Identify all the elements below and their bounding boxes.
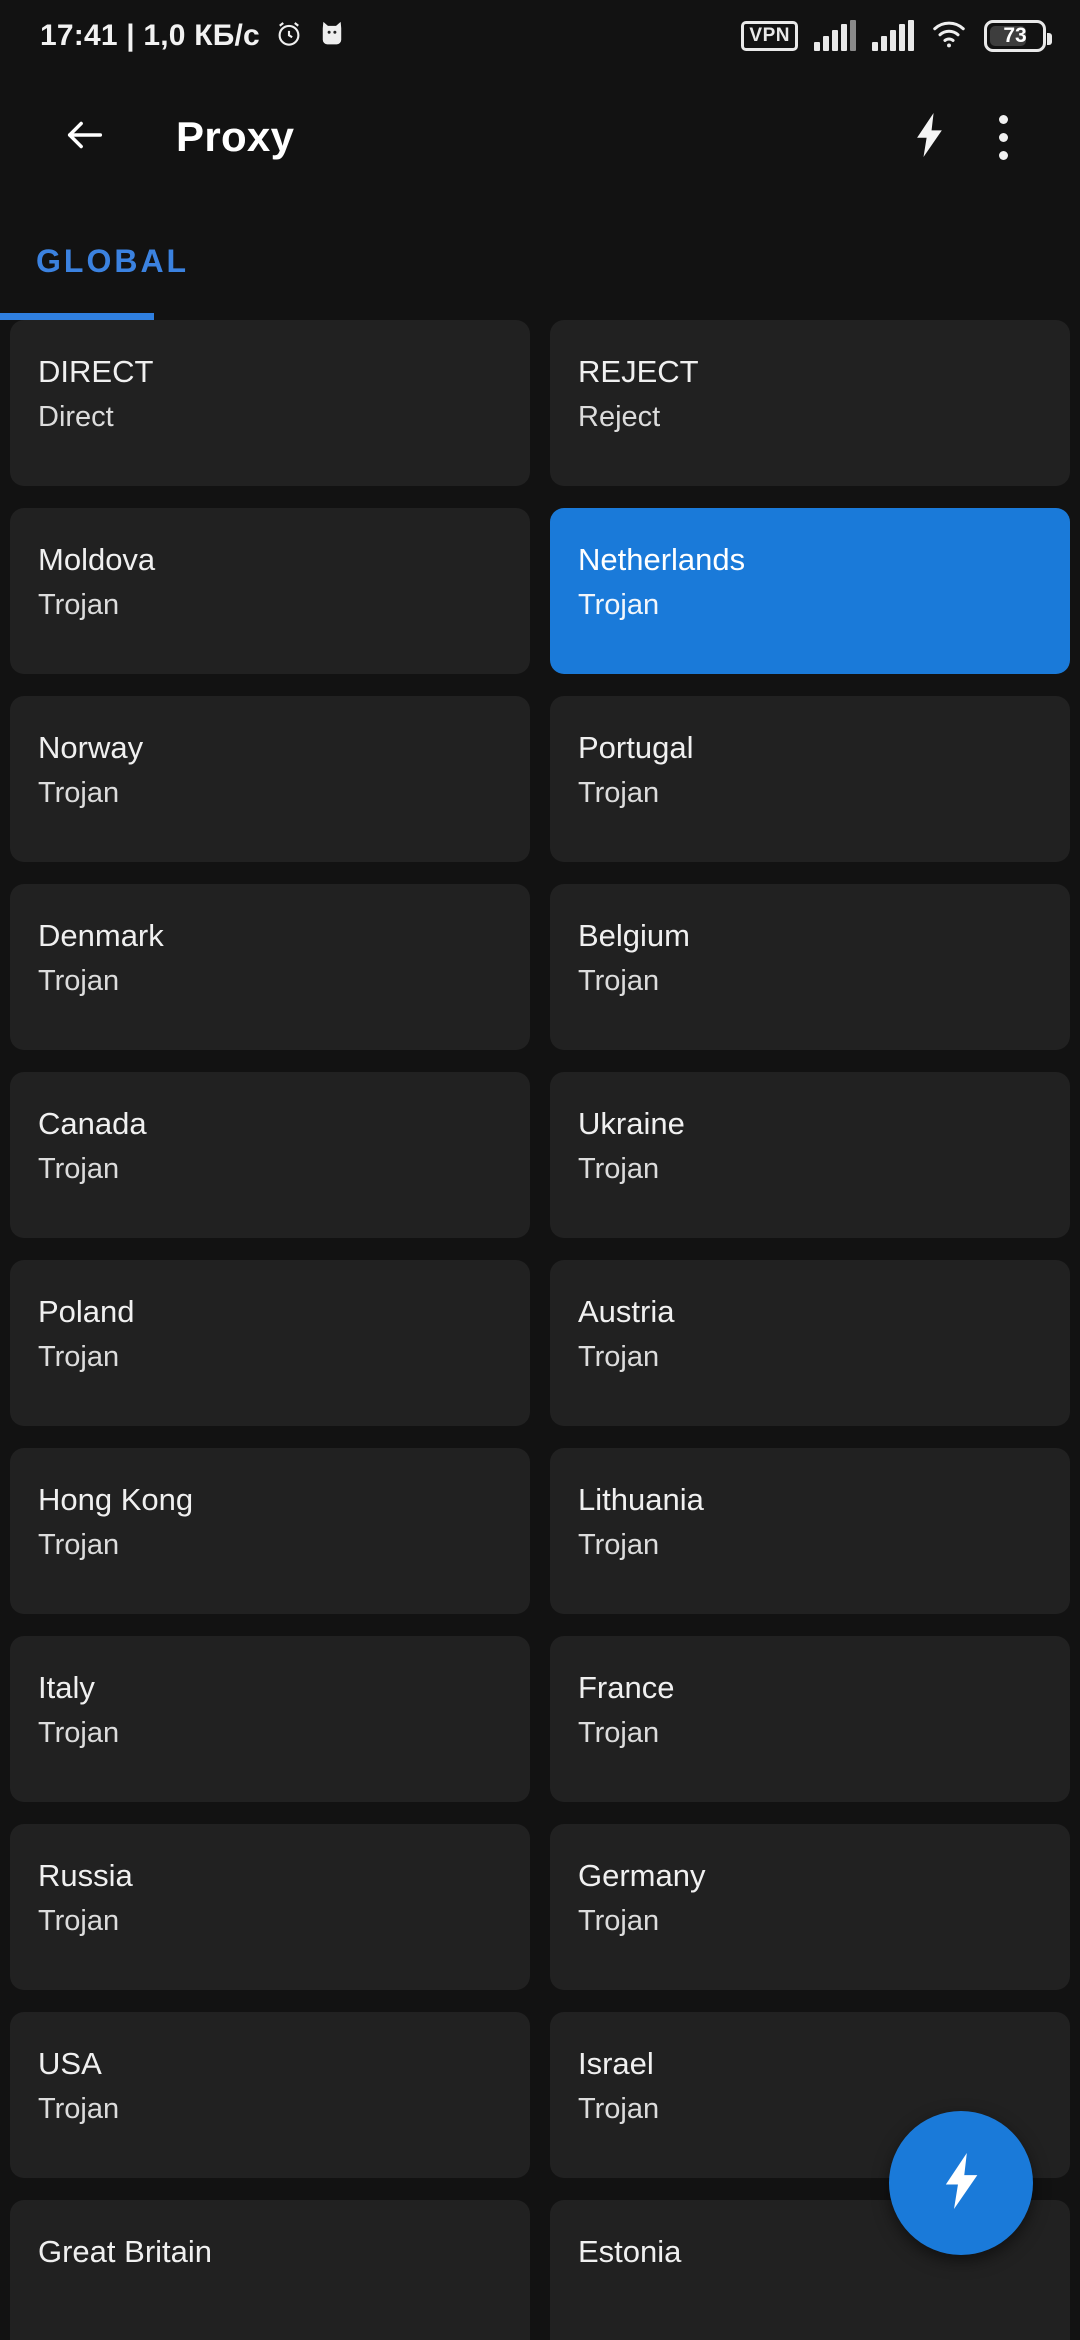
wifi-icon: [930, 19, 968, 54]
proxy-card-title: Norway: [38, 730, 144, 765]
tab-global[interactable]: GLOBAL: [0, 202, 225, 320]
proxy-card[interactable]: Norway Trojan: [10, 696, 530, 862]
proxy-card[interactable]: Lithuania Trojan: [550, 1448, 1070, 1614]
signal-bars-icon-sim2: [872, 20, 914, 51]
proxy-card-title: Lithuania: [578, 1482, 704, 1517]
battery-level: 73: [1003, 24, 1027, 47]
proxy-card[interactable]: Canada Trojan: [10, 1072, 530, 1238]
proxy-card-subtitle: Trojan: [38, 2093, 120, 2125]
proxy-card-title: Ukraine: [578, 1106, 685, 1141]
proxy-card[interactable]: USA Trojan: [10, 2012, 530, 2178]
proxy-card-title: France: [578, 1670, 675, 1705]
proxy-card[interactable]: DIRECT Direct: [10, 320, 530, 486]
proxy-card-subtitle: Trojan: [578, 1341, 660, 1373]
tab-indicator: [0, 313, 154, 320]
proxy-card-subtitle: Trojan: [38, 1529, 120, 1561]
overflow-menu-icon: [998, 114, 1008, 160]
proxy-card[interactable]: Russia Trojan: [10, 1824, 530, 1990]
proxy-card[interactable]: Denmark Trojan: [10, 884, 530, 1050]
proxy-card-subtitle: Trojan: [38, 1905, 120, 1937]
tab-global-label: GLOBAL: [36, 242, 190, 279]
proxy-card-subtitle: Trojan: [578, 1529, 660, 1561]
proxy-card[interactable]: Italy Trojan: [10, 1636, 530, 1802]
proxy-card-subtitle: Trojan: [38, 1153, 120, 1185]
proxy-card-subtitle: Trojan: [38, 777, 120, 809]
proxy-screen: 17:41 | 1,0 КБ/с VPN 73 Proxy GLOBAL DIR…: [0, 0, 1080, 2340]
lightning-bolt-icon: [933, 2150, 989, 2217]
proxy-card[interactable]: Germany Trojan: [550, 1824, 1070, 1990]
overflow-menu-button[interactable]: [966, 100, 1040, 174]
status-bar-right: VPN 73: [741, 19, 1052, 54]
proxy-card-subtitle: Trojan: [578, 777, 660, 809]
tab-bar: GLOBAL: [0, 202, 1080, 320]
proxy-card-subtitle: Trojan: [38, 1341, 120, 1373]
proxy-card-title: USA: [38, 2046, 102, 2081]
proxy-card-subtitle: Trojan: [38, 1717, 120, 1749]
proxy-card-title: Italy: [38, 1670, 95, 1705]
proxy-card[interactable]: Moldova Trojan: [10, 508, 530, 674]
status-bar-left: 17:41 | 1,0 КБ/с: [40, 19, 346, 54]
proxy-card[interactable]: Poland Trojan: [10, 1260, 530, 1426]
proxy-card-title: Germany: [578, 1858, 706, 1893]
vpn-icon: VPN: [741, 21, 798, 51]
proxy-card[interactable]: Portugal Trojan: [550, 696, 1070, 862]
app-bar: Proxy: [0, 72, 1080, 202]
proxy-card-title: Russia: [38, 1858, 133, 1893]
proxy-card-subtitle: Trojan: [578, 1717, 660, 1749]
signal-bars-icon-sim1: [814, 20, 856, 51]
proxy-card-title: Canada: [38, 1106, 147, 1141]
proxy-card-title: Great Britain: [38, 2234, 213, 2269]
cat-icon: [318, 19, 346, 54]
proxy-card-title: Hong Kong: [38, 1482, 194, 1517]
alarm-clock-icon: [274, 19, 304, 54]
proxy-grid: DIRECT Direct REJECT Reject Moldova Trojan Net…: [0, 320, 1080, 2340]
proxy-card[interactable]: Austria Trojan: [550, 1260, 1070, 1426]
proxy-card-title: Moldova: [38, 542, 156, 577]
page-title: Proxy: [176, 113, 295, 160]
proxy-card[interactable]: France Trojan: [550, 1636, 1070, 1802]
proxy-card-subtitle: Direct: [38, 401, 114, 433]
proxy-card[interactable]: Great Britain: [10, 2200, 530, 2340]
speed-test-fab[interactable]: [889, 2111, 1033, 2255]
speed-test-button[interactable]: [892, 100, 966, 174]
back-button[interactable]: [48, 100, 122, 174]
status-bar: 17:41 | 1,0 КБ/с VPN 73: [0, 0, 1080, 72]
proxy-card-title: DIRECT: [38, 354, 154, 389]
proxy-card-title: Netherlands: [578, 542, 746, 577]
proxy-card[interactable]: Ukraine Trojan: [550, 1072, 1070, 1238]
proxy-card-title: Denmark: [38, 918, 164, 953]
proxy-card[interactable]: REJECT Reject: [550, 320, 1070, 486]
proxy-card-subtitle: Trojan: [578, 589, 660, 621]
proxy-card-subtitle: Trojan: [578, 1905, 660, 1937]
proxy-card-subtitle: Trojan: [578, 965, 660, 997]
back-arrow-icon: [62, 112, 108, 163]
status-clock-and-speed: 17:41 | 1,0 КБ/с: [40, 19, 260, 52]
battery-icon: 73: [984, 20, 1052, 52]
proxy-card-title: Belgium: [578, 918, 690, 953]
proxy-card-title: Austria: [578, 1294, 675, 1329]
lightning-bolt-icon: [907, 111, 951, 164]
proxy-card-subtitle: Reject: [578, 401, 661, 433]
proxy-card[interactable]: Netherlands Trojan: [550, 508, 1070, 674]
proxy-card-subtitle: Trojan: [578, 1153, 660, 1185]
proxy-card[interactable]: Hong Kong Trojan: [10, 1448, 530, 1614]
proxy-card-subtitle: Trojan: [38, 589, 120, 621]
proxy-card-title: Israel: [578, 2046, 654, 2081]
proxy-card[interactable]: Belgium Trojan: [550, 884, 1070, 1050]
proxy-card-subtitle: Trojan: [38, 965, 120, 997]
proxy-card-title: REJECT: [578, 354, 699, 389]
proxy-card-title: Portugal: [578, 730, 694, 765]
proxy-card-title: Poland: [38, 1294, 135, 1329]
